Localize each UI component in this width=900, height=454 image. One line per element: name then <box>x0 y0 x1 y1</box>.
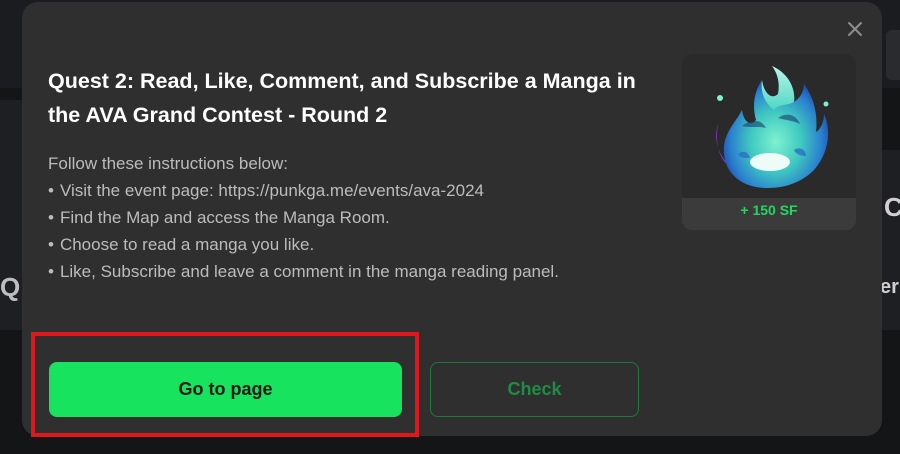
instruction-text: Like, Subscribe and leave a comment in t… <box>59 262 559 281</box>
blue-flame-icon <box>716 66 829 188</box>
background-tab <box>886 30 900 80</box>
instructions-intro: Follow these instructions below: <box>48 154 289 173</box>
quest-instructions: Follow these instructions below: • Visit … <box>48 150 648 285</box>
instruction-text: Visit the event page: https://punkga.me/… <box>59 181 484 200</box>
instructions-list: • Visit the event page: https://punkga.me… <box>48 177 648 285</box>
quest-title: Quest 2: Read, Like, Comment, and Subscr… <box>48 69 636 127</box>
background-text-right-lower: er <box>880 276 899 298</box>
background-text-right: C <box>884 192 900 222</box>
instruction-step: • Find the Map and access the Manga Room. <box>48 208 390 227</box>
background-panel-right <box>880 150 900 330</box>
instruction-text: Choose to read a manga you like. <box>59 235 315 254</box>
background-text-left: Q <box>0 272 21 302</box>
close-icon <box>848 22 862 36</box>
reward-amount: + 150 SF <box>740 202 798 218</box>
go-to-page-button[interactable]: Go to page <box>49 362 402 417</box>
reward-image <box>682 54 856 198</box>
instruction-step: • Choose to read a manga you like. <box>48 235 315 254</box>
check-button[interactable]: Check <box>430 362 639 417</box>
instruction-step: • Visit the event page: https://punkga.me… <box>48 181 484 200</box>
reward-card: + 150 SF <box>682 54 856 230</box>
quest-modal: Quest 2: Read, Like, Comment, and Subscr… <box>22 2 882 436</box>
close-button[interactable] <box>844 18 866 40</box>
instruction-step: • Like, Subscribe and leave a comment in … <box>48 262 559 281</box>
instruction-text: Find the Map and access the Manga Room. <box>59 208 390 227</box>
